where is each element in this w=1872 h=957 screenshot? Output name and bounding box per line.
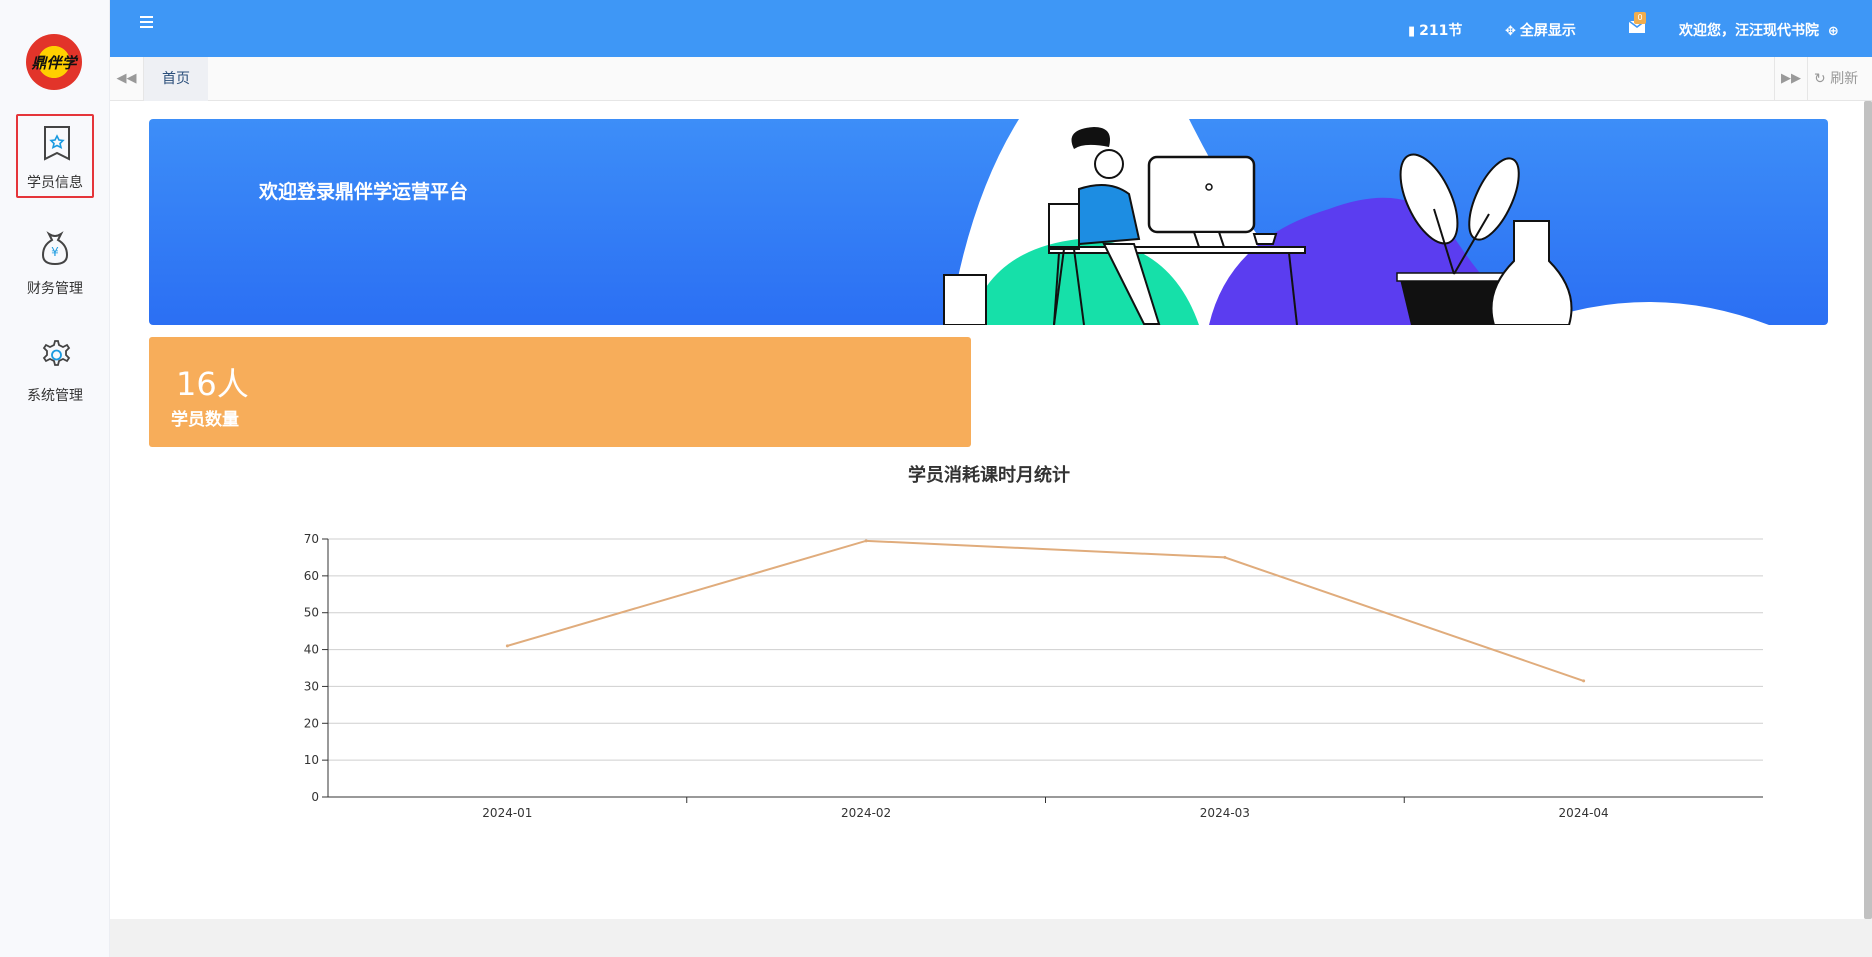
y-tick-label: 60 xyxy=(304,569,319,583)
welcome-banner: 欢迎登录鼎伴学运营平台 xyxy=(149,119,1828,325)
series-line xyxy=(507,539,1584,682)
sidebar-item-label: 系统管理 xyxy=(27,388,83,404)
student-card-icon xyxy=(44,126,70,161)
expand-icon: ✥ xyxy=(1505,24,1516,39)
y-tick-label: 70 xyxy=(304,532,319,546)
data-point xyxy=(1582,679,1586,683)
y-tick-label: 30 xyxy=(304,679,319,693)
sidebar: 鼎伴学 学员信息 ¥ 财务管理 系统管理 xyxy=(0,0,110,957)
course-hours-indicator[interactable]: ▮ 211节 xyxy=(1408,20,1462,40)
sidebar-item-label: 学员信息 xyxy=(27,175,83,191)
refresh-icon: ↻ xyxy=(1814,71,1826,87)
x-tick-label: 2024-01 xyxy=(482,806,532,820)
menu-toggle-button[interactable] xyxy=(140,16,162,38)
x-tick-label: 2024-04 xyxy=(1559,806,1609,820)
student-count-card[interactable]: 16人 学员数量 xyxy=(149,337,971,447)
fullscreen-label: 全屏显示 xyxy=(1519,23,1576,39)
y-tick-label: 50 xyxy=(304,606,319,620)
sidebar-item-system[interactable]: 系统管理 xyxy=(16,329,94,413)
refresh-label: 刷新 xyxy=(1830,71,1859,87)
tab-bar: ◀◀ 首页 ▶▶ ↻ 刷新 xyxy=(110,57,1872,101)
fullscreen-button[interactable]: ✥ 全屏显示 xyxy=(1505,20,1576,40)
banner-illustration xyxy=(943,119,1769,325)
line-chart: 0 10 20 30 40 50 60 70 2024-01 2024-02 2024-03 2024… xyxy=(304,532,1763,820)
refresh-button[interactable]: ↻ 刷新 xyxy=(1814,57,1858,101)
book-icon: ▮ xyxy=(1408,24,1416,39)
data-point xyxy=(505,644,509,648)
vertical-scrollbar[interactable] xyxy=(1864,101,1872,919)
sidebar-item-finance[interactable]: ¥ 财务管理 xyxy=(16,222,94,306)
svg-text:¥: ¥ xyxy=(51,245,59,259)
y-tick-label: 0 xyxy=(311,790,319,804)
y-tick-label: 40 xyxy=(304,643,319,657)
tab-scroll-right-button[interactable]: ▶▶ xyxy=(1774,57,1808,101)
logo-text: 鼎伴学 xyxy=(31,54,77,72)
data-point xyxy=(1223,555,1227,559)
sidebar-item-label: 财务管理 xyxy=(27,281,83,297)
main-content: 欢迎登录鼎伴学运营平台 16人 学员数量 学员消耗课时月统计 0 10 20 3… xyxy=(110,101,1868,919)
chart-title: 学员消耗课时月统计 xyxy=(908,465,1070,486)
student-count-value: 16人 xyxy=(176,365,249,403)
data-point xyxy=(864,539,868,543)
gear-icon xyxy=(42,340,71,366)
x-tick-label: 2024-03 xyxy=(1200,806,1250,820)
money-bag-icon: ¥ xyxy=(41,231,69,266)
logo: 鼎伴学 xyxy=(26,34,82,90)
tab-home[interactable]: 首页 xyxy=(144,57,208,101)
y-tick-label: 20 xyxy=(304,716,319,730)
welcome-text: 欢迎您，汪汪现代书院 xyxy=(1679,23,1819,39)
student-count-label: 学员数量 xyxy=(171,410,239,430)
x-tick-label: 2024-02 xyxy=(841,806,891,820)
y-tick-label: 10 xyxy=(304,753,319,767)
mail-badge: 0 xyxy=(1634,12,1646,24)
tab-scroll-left-button[interactable]: ◀◀ xyxy=(110,57,144,101)
top-header: ▮ 211节 ✥ 全屏显示 0 欢迎您，汪汪现代书院 ⊕ xyxy=(110,0,1872,57)
chevron-down-circle-icon: ⊕ xyxy=(1827,24,1839,39)
course-hours-text: 211节 xyxy=(1419,23,1463,39)
sidebar-item-student-info[interactable]: 学员信息 xyxy=(16,114,94,198)
user-menu[interactable]: 欢迎您，汪汪现代书院 ⊕ xyxy=(1679,20,1839,40)
